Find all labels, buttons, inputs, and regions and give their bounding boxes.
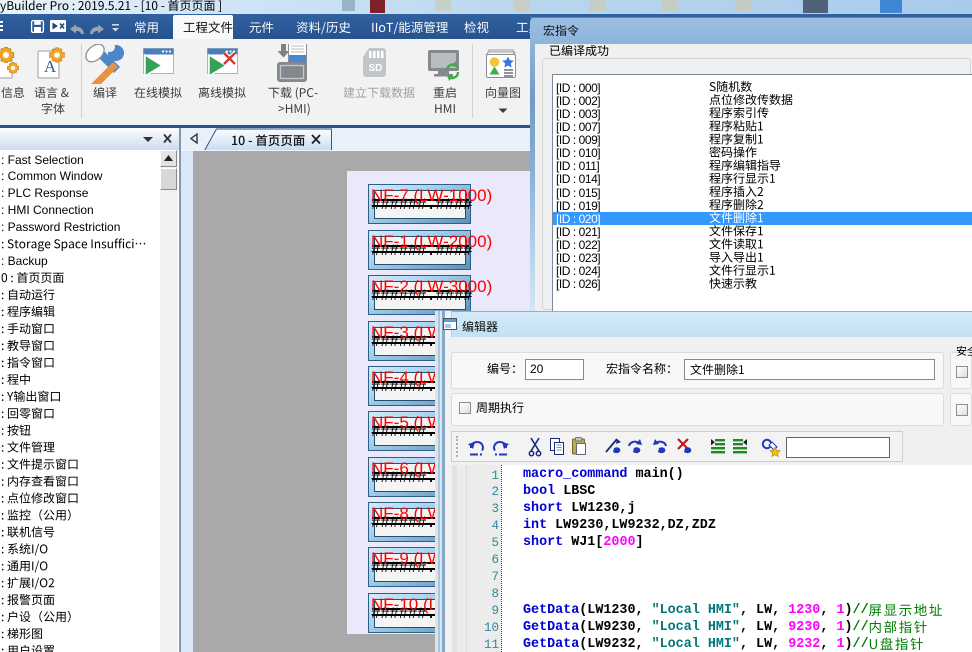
- svg-text:SD: SD: [369, 63, 383, 74]
